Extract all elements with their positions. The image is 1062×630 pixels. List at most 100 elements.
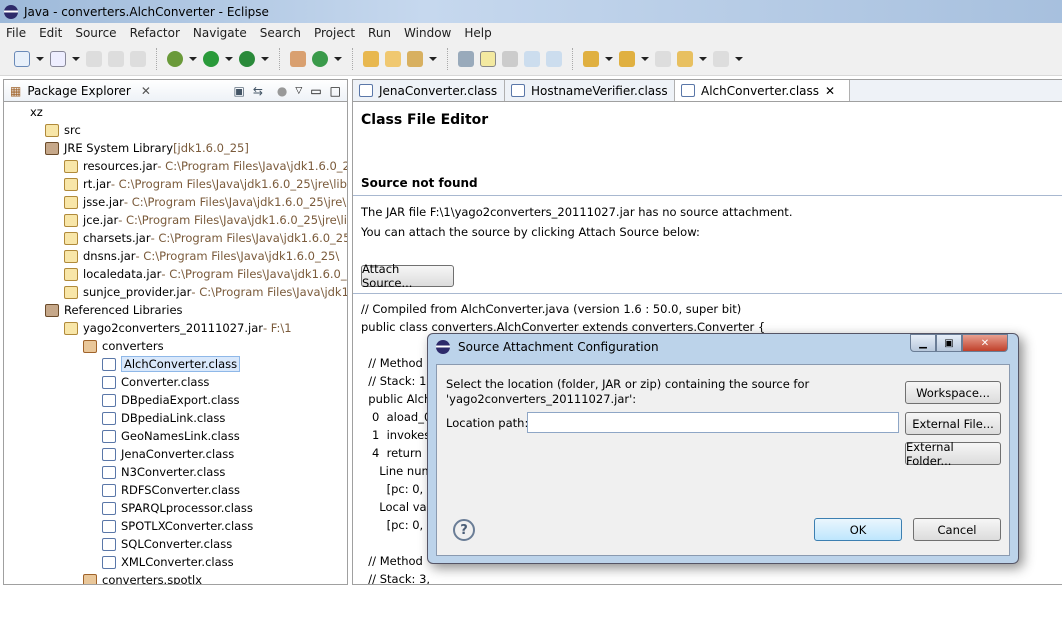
toggle-breadcrumb-icon[interactable] [502, 51, 518, 67]
external-folder-button[interactable]: External Folder... [905, 440, 1001, 468]
location-path-input[interactable] [527, 412, 899, 433]
last-edit-location-icon[interactable] [655, 51, 671, 67]
tree-item[interactable]: src [4, 121, 347, 139]
menu-run[interactable]: Run [368, 26, 391, 40]
print-icon[interactable] [130, 51, 146, 67]
new-class-icon[interactable] [50, 51, 66, 67]
chevron-down-icon[interactable] [641, 57, 649, 61]
back-icon[interactable] [677, 51, 693, 67]
class-file-icon [102, 375, 116, 389]
open-resource-icon[interactable] [385, 51, 401, 67]
chevron-down-icon[interactable] [189, 57, 197, 61]
save-icon[interactable] [86, 51, 102, 67]
show-whitespace-icon[interactable] [546, 51, 562, 67]
chevron-down-icon[interactable] [36, 57, 44, 61]
tree-item[interactable]: resources.jar - C:\Program Files\Java\jd… [4, 157, 347, 175]
tree-item[interactable]: xz [4, 103, 347, 121]
focus-icon[interactable]: ● [277, 84, 287, 98]
previous-edit-icon[interactable] [619, 51, 635, 67]
forward-icon[interactable] [713, 51, 729, 67]
next-edit-icon[interactable] [583, 51, 599, 67]
tab-label: AlchConverter.class [701, 83, 820, 98]
close-button[interactable]: ✕ [962, 334, 1008, 352]
menu-refactor[interactable]: Refactor [130, 26, 180, 40]
tree-item[interactable]: SPARQLprocessor.class [4, 499, 347, 517]
external-tools-icon[interactable] [239, 51, 255, 67]
tree-item[interactable]: XMLConverter.class [4, 553, 347, 571]
tree-item[interactable]: localedata.jar - C:\Program Files\Java\j… [4, 265, 347, 283]
menu-search[interactable]: Search [260, 26, 301, 40]
close-icon[interactable]: ✕ [825, 84, 835, 98]
chevron-down-icon[interactable] [605, 57, 613, 61]
tree-item[interactable]: sunjce_provider.jar - C:\Program Files\J… [4, 283, 347, 301]
block-selection-icon[interactable] [524, 51, 540, 67]
tab-alchconverter[interactable]: AlchConverter.class ✕ [675, 80, 851, 101]
menu-help[interactable]: Help [464, 26, 491, 40]
tree-item[interactable]: dnsns.jar - C:\Program Files\Java\jdk1.6… [4, 247, 347, 265]
run-icon[interactable] [203, 51, 219, 67]
attach-source-button[interactable]: Attach Source... [361, 262, 454, 290]
menu-edit[interactable]: Edit [39, 26, 62, 40]
tree-item[interactable]: SQLConverter.class [4, 535, 347, 553]
chevron-down-icon[interactable] [334, 57, 342, 61]
tree-item[interactable]: converters [4, 337, 347, 355]
tree-item[interactable]: rt.jar - C:\Program Files\Java\jdk1.6.0_… [4, 175, 347, 193]
package-explorer-title: Package Explorer [27, 83, 131, 98]
tree-item[interactable]: SPOTLXConverter.class [4, 517, 347, 535]
tree-item[interactable]: JRE System Library [jdk1.6.0_25] [4, 139, 347, 157]
collapse-all-icon[interactable]: ▣⇆ [234, 84, 271, 98]
tree-item-label: JRE System Library [64, 141, 174, 155]
next-annotation-icon[interactable] [458, 51, 474, 67]
tree-item[interactable]: RDFSConverter.class [4, 481, 347, 499]
chevron-down-icon[interactable] [429, 57, 437, 61]
new-package-icon[interactable] [290, 51, 306, 67]
ok-button[interactable]: OK [814, 518, 902, 541]
tree-item[interactable]: JenaConverter.class [4, 445, 347, 463]
chevron-down-icon[interactable] [261, 57, 269, 61]
tree-item[interactable]: GeoNamesLink.class [4, 427, 347, 445]
tree-item[interactable]: jce.jar - C:\Program Files\Java\jdk1.6.0… [4, 211, 347, 229]
maximize-icon[interactable]: □ [330, 84, 341, 98]
tree-item[interactable]: Converter.class [4, 373, 347, 391]
external-file-button[interactable]: External File... [905, 412, 1001, 435]
tree-item[interactable]: N3Converter.class [4, 463, 347, 481]
debug-icon[interactable] [167, 51, 183, 67]
new-icon[interactable] [14, 51, 30, 67]
tab-jenaconverter[interactable]: JenaConverter.class [353, 80, 505, 101]
open-type-icon[interactable] [363, 51, 379, 67]
maximize-button[interactable]: ▣ [936, 334, 962, 352]
menu-file[interactable]: File [6, 26, 26, 40]
save-all-icon[interactable] [108, 51, 124, 67]
menu-project[interactable]: Project [314, 26, 355, 40]
tree-item[interactable]: DBpediaLink.class [4, 409, 347, 427]
package-explorer-tab[interactable]: ▦ Package Explorer ✕ ▣⇆ ● ▽ ▭ □ [4, 80, 347, 102]
tab-hostnameverifier[interactable]: HostnameVerifier.class [505, 80, 675, 101]
tree-item[interactable]: Referenced Libraries [4, 301, 347, 319]
cancel-button[interactable]: Cancel [913, 518, 1001, 541]
new-class-wizard-icon[interactable] [312, 51, 328, 67]
help-icon[interactable]: ? [453, 519, 475, 541]
chevron-down-icon[interactable] [72, 57, 80, 61]
chevron-down-icon[interactable] [735, 57, 743, 61]
divider [353, 195, 1062, 196]
tree-item[interactable]: converters.spotlx [4, 571, 347, 584]
menu-window[interactable]: Window [404, 26, 451, 40]
tree-item[interactable]: jsse.jar - C:\Program Files\Java\jdk1.6.… [4, 193, 347, 211]
mark-occurrences-icon[interactable] [480, 51, 496, 67]
tree-item[interactable]: AlchConverter.class [4, 355, 347, 373]
minimize-button[interactable]: ▁ [910, 334, 936, 352]
menu-source[interactable]: Source [75, 26, 116, 40]
menu-navigate[interactable]: Navigate [193, 26, 247, 40]
tree-item[interactable]: yago2converters_20111027.jar - F:\1 [4, 319, 347, 337]
chevron-down-icon[interactable] [225, 57, 233, 61]
class-file-icon [102, 357, 116, 371]
tree-item[interactable]: charsets.jar - C:\Program Files\Java\jdk… [4, 229, 347, 247]
tree-item-path: - C:\Program Files\Java\jdk1.6.0_25\jre\ [150, 231, 347, 245]
minimize-icon[interactable]: ▭ [310, 84, 321, 98]
tree-item[interactable]: DBpediaExport.class [4, 391, 347, 409]
search-icon[interactable] [407, 51, 423, 67]
close-icon[interactable]: ✕ [141, 84, 151, 98]
view-menu-icon[interactable]: ▽ [295, 86, 302, 96]
workspace-button[interactable]: Workspace... [905, 381, 1001, 404]
chevron-down-icon[interactable] [699, 57, 707, 61]
